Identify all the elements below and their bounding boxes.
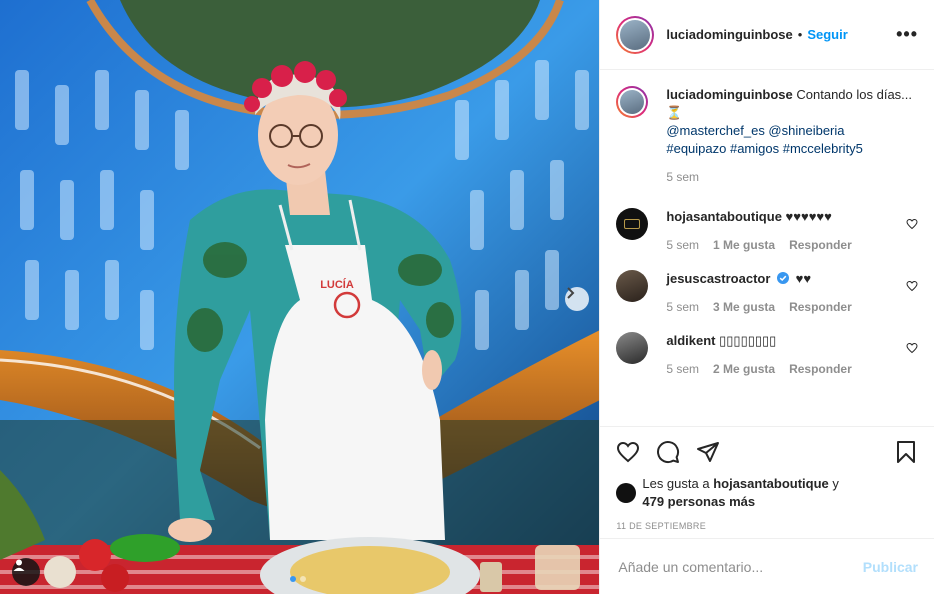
comment-time[interactable]: 5 sem: [666, 360, 699, 378]
commenter-avatar[interactable]: [616, 208, 649, 240]
post-photo[interactable]: LUCÍA: [0, 0, 600, 594]
follow-button[interactable]: Seguir: [807, 27, 847, 42]
liker-username[interactable]: hojasantaboutique: [713, 476, 829, 491]
comment-time[interactable]: 5 sem: [666, 298, 699, 316]
share-icon[interactable]: [696, 440, 720, 464]
caption-hashtags[interactable]: #equipazo #amigos #mccelebrity5: [666, 140, 918, 158]
publish-button[interactable]: Publicar: [863, 559, 918, 575]
comment-item: aldikent ▯▯▯▯▯▯▯▯ 5 sem 2 Me gusta Respo…: [616, 332, 918, 378]
more-options-button[interactable]: •••: [896, 24, 918, 45]
caption-avatar[interactable]: [616, 86, 649, 118]
comment-text: ♥♥♥♥♥♥: [785, 209, 832, 224]
heart-icon[interactable]: [616, 440, 640, 464]
comment-meta: 5 sem 1 Me gusta Responder: [666, 236, 898, 254]
liker-avatar[interactable]: [616, 483, 637, 503]
carousel-dot-active: [290, 576, 296, 582]
comment-likes[interactable]: 1 Me gusta: [713, 236, 775, 254]
carousel-dot: [300, 576, 306, 582]
comment-meta: 5 sem 3 Me gusta Responder: [666, 298, 898, 316]
user-tag-button[interactable]: [12, 558, 40, 586]
reply-button[interactable]: Responder: [789, 236, 852, 254]
likes-summary: Les gusta a hojasantaboutique y 479 pers…: [616, 475, 918, 511]
reply-button[interactable]: Responder: [789, 360, 852, 378]
add-comment-bar: Publicar: [600, 538, 934, 594]
commenter-username[interactable]: aldikent: [666, 333, 715, 348]
comment-likes[interactable]: 2 Me gusta: [713, 360, 775, 378]
photo-scene: LUCÍA: [0, 0, 600, 594]
author-avatar[interactable]: [616, 15, 655, 54]
post-container: LUCÍA luciadominguinbose • Seguir ••• lu…: [0, 0, 934, 594]
user-tag-icon: [13, 559, 25, 571]
verified-icon: [777, 272, 790, 284]
caption-time[interactable]: 5 sem: [666, 168, 699, 186]
carousel-indicator: [290, 576, 306, 582]
post-sidebar: luciadominguinbose • Seguir ••• luciadom…: [599, 0, 934, 594]
commenter-username[interactable]: jesuscastroactor: [666, 271, 770, 286]
likes-and: y: [832, 476, 839, 491]
chevron-right-icon: [567, 287, 575, 299]
comment-likes[interactable]: 3 Me gusta: [713, 298, 775, 316]
comments-list: luciadominguinbose Contando los días... …: [600, 70, 934, 426]
separator-dot: •: [797, 27, 803, 42]
action-icons: [616, 437, 918, 467]
comment-text: ♥♥: [795, 271, 812, 286]
comment-meta: 5 sem 2 Me gusta Responder: [666, 360, 898, 378]
post-actions: Les gusta a hojasantaboutique y 479 pers…: [600, 426, 934, 538]
author-username[interactable]: luciadominguinbose: [666, 27, 792, 42]
comment-text: ▯▯▯▯▯▯▯▯: [719, 333, 777, 348]
bookmark-icon[interactable]: [894, 440, 918, 464]
comment-item: jesuscastroactor ♥♥ 5 sem 3 Me gusta Res…: [616, 270, 918, 316]
caption-username[interactable]: luciadominguinbose: [666, 87, 792, 102]
commenter-avatar[interactable]: [616, 332, 649, 364]
comment-item: hojasantaboutique ♥♥♥♥♥♥ 5 sem 1 Me gust…: [616, 208, 918, 254]
caption-meta: 5 sem: [666, 168, 918, 186]
comment-input[interactable]: [616, 557, 863, 576]
next-photo-button[interactable]: [565, 287, 589, 311]
heart-icon[interactable]: [906, 218, 918, 230]
comment-icon[interactable]: [656, 440, 680, 464]
reply-button[interactable]: Responder: [789, 298, 852, 316]
heart-icon[interactable]: [906, 342, 918, 354]
likes-prefix: Les gusta a: [642, 476, 710, 491]
apron-name: LUCÍA: [320, 278, 354, 291]
heart-icon[interactable]: [906, 280, 918, 292]
commenter-avatar[interactable]: [616, 270, 649, 302]
post-date[interactable]: 11 DE SEPTIEMBRE: [616, 521, 918, 531]
caption: luciadominguinbose Contando los días... …: [616, 86, 918, 186]
commenter-username[interactable]: hojasantaboutique: [666, 209, 782, 224]
likes-others[interactable]: 479 personas más: [642, 494, 755, 509]
comment-time[interactable]: 5 sem: [666, 236, 699, 254]
post-header: luciadominguinbose • Seguir •••: [600, 0, 934, 70]
caption-mentions[interactable]: @masterchef_es @shineiberia: [666, 122, 918, 140]
